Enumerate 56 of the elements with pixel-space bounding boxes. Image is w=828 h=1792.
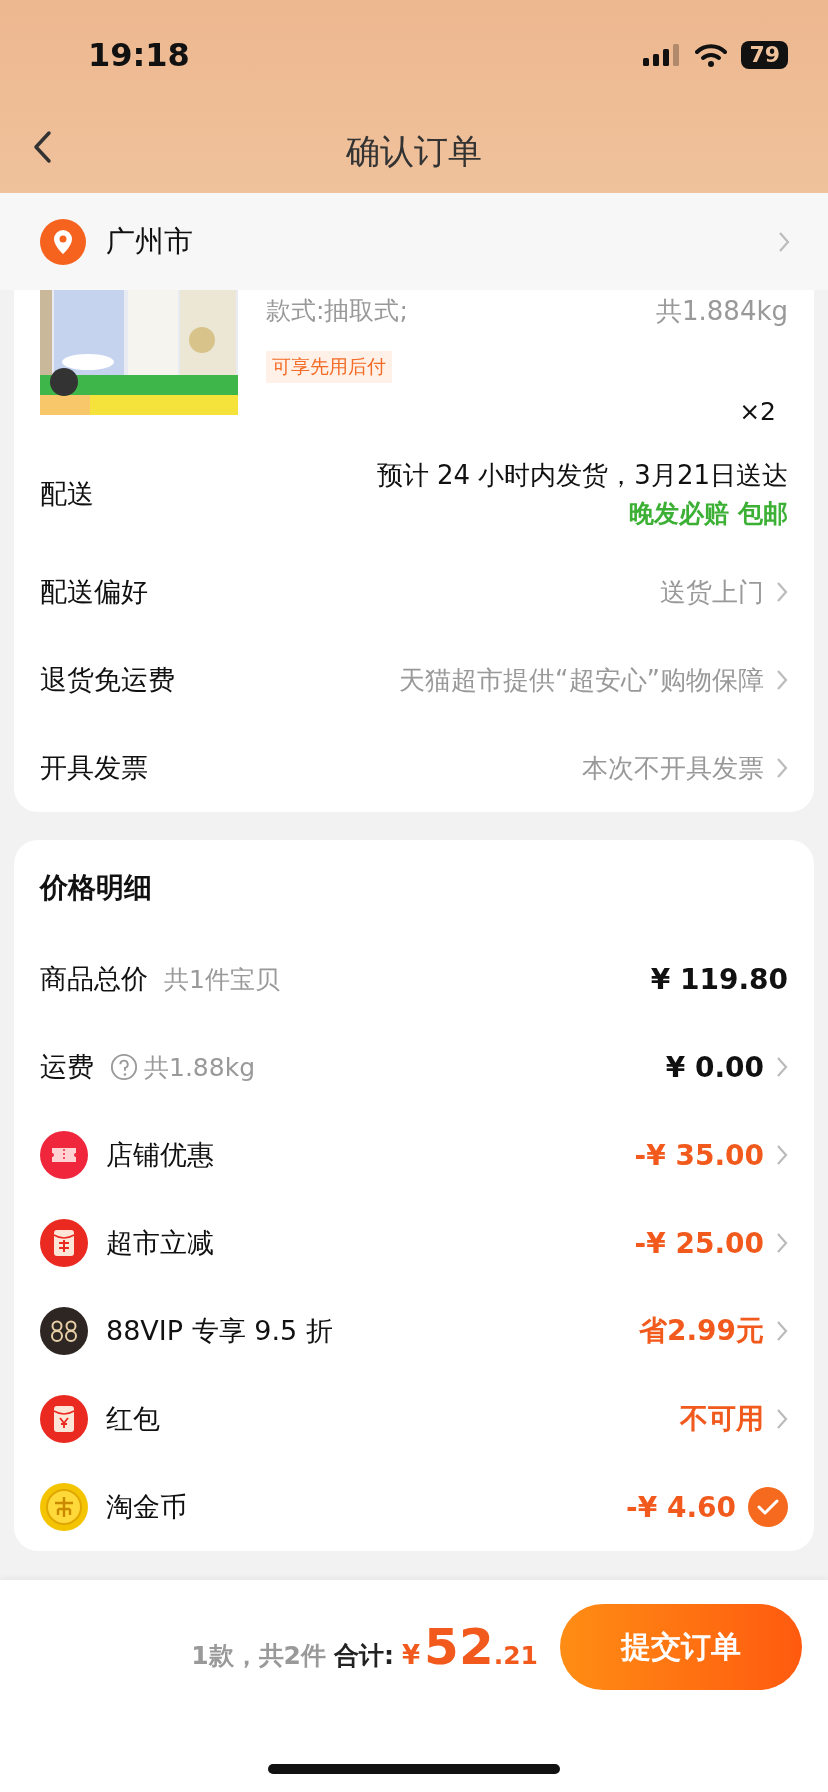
status-time: 19:18	[88, 36, 190, 74]
price-label: 商品总价	[40, 962, 148, 996]
product-quantity: ×2	[739, 397, 776, 426]
row-value[interactable]: 送货上门	[660, 574, 764, 610]
chevron-icon[interactable]	[776, 1320, 788, 1342]
ticket-icon	[40, 1131, 88, 1179]
row-label: 配送偏好	[40, 575, 148, 609]
vip-badge-icon	[40, 1307, 88, 1355]
section-title: 价格明细	[40, 869, 153, 906]
item-count: 1款，共2件	[191, 1640, 326, 1672]
chevron-icon[interactable]	[776, 1144, 788, 1166]
coin-icon	[40, 1483, 88, 1531]
city-label: 广州市	[106, 222, 194, 260]
location-pin-icon	[40, 218, 86, 265]
row-value: 预计 24 小时内发货，3月21日送达	[376, 459, 788, 492]
submit-order-button[interactable]: 提交订单	[560, 1604, 802, 1690]
product-spec: 款式:抽取式;	[266, 295, 408, 327]
price-value: 省2.99元	[638, 1313, 764, 1349]
envelope-icon	[40, 1219, 88, 1267]
price-label: 88VIP 专享 9.5 折	[106, 1314, 333, 1348]
price-label: 淘金币	[106, 1490, 187, 1524]
total-label: 合计:	[334, 1640, 394, 1672]
row-label: 配送	[40, 477, 94, 511]
row-value[interactable]: 天猫超市提供“超安心”购物保障	[399, 662, 764, 698]
price-note: 共1件宝贝	[164, 963, 280, 996]
price-value: -¥ 35.00	[634, 1138, 764, 1172]
back-icon[interactable]	[32, 130, 52, 164]
hongbao-icon	[40, 1395, 88, 1443]
row-label: 开具发票	[40, 751, 148, 785]
price-value: -¥ 25.00	[634, 1226, 764, 1260]
address-row[interactable]: 广州市	[0, 193, 828, 290]
price-value: ¥ 0.00	[665, 1050, 764, 1084]
page-title: 确认订单	[346, 129, 482, 173]
product-weight: 共1.884kg	[656, 295, 788, 328]
price-note: 共1.88kg	[144, 1051, 255, 1084]
help-icon[interactable]	[110, 1053, 138, 1081]
chevron-icon[interactable]	[776, 1056, 788, 1078]
wifi-icon	[695, 43, 728, 67]
total-amount: ¥52.21	[402, 1618, 538, 1676]
price-label: 运费	[40, 1050, 94, 1084]
price-label: 店铺优惠	[106, 1138, 214, 1172]
chevron-icon	[778, 230, 790, 253]
delivery-guarantee: 晚发必赔 包邮	[629, 498, 788, 530]
checkbox[interactable]	[748, 1487, 788, 1527]
price-label: 超市立减	[106, 1226, 214, 1260]
chevron-icon[interactable]	[776, 1232, 788, 1254]
battery-indicator: 79	[741, 41, 788, 69]
chevron-icon[interactable]	[776, 1408, 788, 1430]
price-value: -¥ 4.60	[626, 1490, 736, 1524]
price-label: 红包	[106, 1402, 160, 1436]
price-value: 不可用	[680, 1401, 764, 1437]
signal-icon	[643, 44, 682, 66]
price-value: ¥ 119.80	[650, 962, 788, 996]
pay-later-tag: 可享先用后付	[266, 351, 392, 383]
row-label: 退货免运费	[40, 663, 175, 697]
row-value[interactable]: 本次不开具发票	[582, 750, 764, 786]
